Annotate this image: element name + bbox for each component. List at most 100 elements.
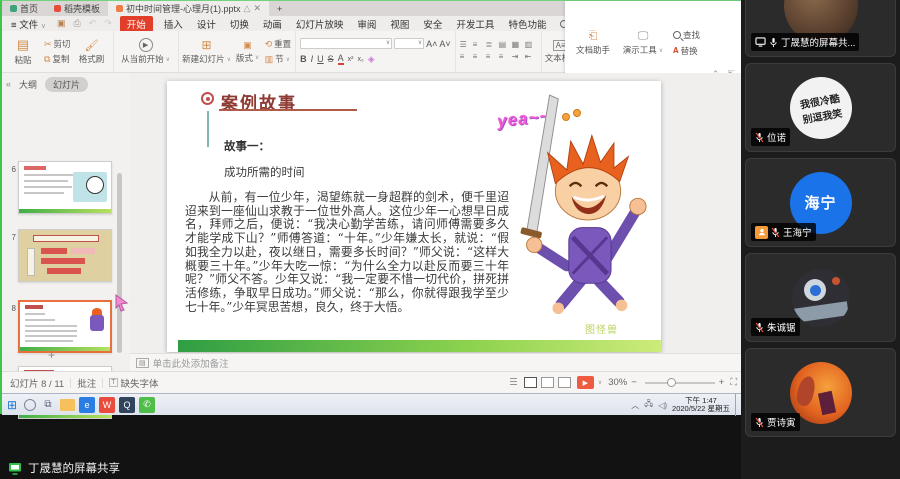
menu-item-transition[interactable]: 切换	[227, 16, 252, 32]
notes-bar[interactable]: ▤ 单击此处添加备注	[130, 353, 743, 371]
play-from-current-button[interactable]: ▶ 从当前开始∨	[118, 38, 174, 65]
underline-button[interactable]: U	[317, 54, 324, 64]
copy-icon: ⧉	[44, 54, 50, 65]
bold-button[interactable]: B	[300, 54, 307, 64]
menu-item-animation[interactable]: 动画	[260, 16, 285, 32]
zoom-slider-knob[interactable]	[667, 378, 676, 387]
find-button[interactable]: 查找	[673, 29, 700, 41]
highlight-button[interactable]: ◈	[368, 54, 375, 65]
wechat-app-icon[interactable]: ✆	[139, 397, 155, 413]
fit-screen-icon[interactable]: ⛶	[730, 377, 737, 388]
reset-button[interactable]: ⟲重置	[265, 38, 292, 50]
new-tab-button[interactable]: +	[269, 1, 290, 16]
redo-icon[interactable]: ↷	[104, 18, 112, 29]
tray-expand-icon[interactable]: ︿	[631, 400, 639, 411]
play-options-caret[interactable]: ∨	[598, 379, 602, 386]
tab-home[interactable]: 首页	[2, 1, 46, 16]
participant-tile[interactable]: 我很冷酷 别逗我笑 位诺	[745, 63, 896, 152]
menu-item-special[interactable]: 特色功能	[505, 16, 549, 32]
zoom-out-button[interactable]: −	[631, 377, 637, 388]
layout-button[interactable]: ▣ 版式∨	[235, 40, 261, 64]
comments-button[interactable]: 批注	[77, 376, 96, 390]
zoom-level[interactable]: 30%	[608, 377, 627, 388]
section-button[interactable]: ▥节∨	[265, 53, 292, 65]
format-painter-button[interactable]: 🖌 格式刷	[75, 39, 109, 65]
copy-button[interactable]: ⧉复制	[44, 53, 71, 65]
slide-canvas[interactable]: 案例故事 故事一： 成功所需的时间 从前，有一位少年，渴望练就一身超群的剑术，便…	[167, 81, 661, 352]
menu-item-home[interactable]: 开始	[120, 16, 153, 32]
share-banner-text: 丁晟慧的屏幕共享	[28, 460, 120, 476]
grow-font-icon[interactable]: A˄	[426, 39, 437, 49]
qq-app-icon[interactable]: Q	[119, 397, 135, 413]
tab-docer[interactable]: 稻壳模板	[46, 1, 108, 16]
tab-slides[interactable]: 幻灯片	[45, 77, 88, 92]
slide-thumbnail-7[interactable]	[18, 229, 112, 282]
participant-tile[interactable]: 贾诗寅	[745, 348, 896, 437]
menu-item-review[interactable]: 审阅	[354, 16, 379, 32]
cut-button[interactable]: ✂剪切	[44, 38, 71, 50]
slide-thumbnail-8-selected[interactable]	[18, 300, 112, 353]
file-explorer-icon[interactable]	[60, 399, 75, 411]
participant-tile[interactable]: 朱诚锯	[745, 253, 896, 342]
network-icon[interactable]: 🖧	[644, 398, 653, 412]
replace-button[interactable]: 𝐀替换	[673, 45, 700, 57]
volume-icon[interactable]: ◁)	[658, 401, 667, 410]
taskbar-clock[interactable]: 下午 1:47 2020/5/22 星期五	[672, 397, 730, 414]
subscript-button[interactable]: x₂	[358, 56, 364, 63]
section-icon: ▥	[265, 54, 274, 65]
save-icon[interactable]: ▣	[57, 18, 66, 29]
slideshow-play-button[interactable]: ▶	[577, 376, 594, 389]
zoom-slider[interactable]	[645, 382, 715, 384]
thumbnail-scrollbar[interactable]	[117, 173, 122, 353]
browser-icon[interactable]: e	[79, 397, 95, 413]
start-button[interactable]: ⊞	[4, 397, 20, 413]
participant-tile-sharer[interactable]: 丁晟慧的屏幕共...	[745, 0, 896, 57]
tab-document[interactable]: 初中时间管理-心理月(1).pptx △ ✕	[108, 1, 269, 16]
mic-muted-icon	[755, 132, 764, 143]
add-slide-button[interactable]: +	[48, 348, 55, 362]
present-tools-button[interactable]: 🖵 演示工具∨	[621, 30, 665, 56]
menu-item-security[interactable]: 安全	[420, 16, 445, 32]
menu-item-slideshow[interactable]: 幻灯片放映	[293, 16, 347, 32]
panel-collapse-icon[interactable]: «	[6, 79, 11, 89]
tab-close-icon[interactable]: ✕	[253, 3, 261, 14]
slide-thumbnail-6[interactable]	[18, 161, 112, 214]
normal-view-button[interactable]	[524, 377, 537, 388]
doc-assistant-button[interactable]: ⎗ 文档助手	[573, 30, 613, 56]
undo-icon[interactable]: ↶	[89, 18, 97, 29]
font-color-button[interactable]: A	[338, 53, 344, 65]
task-view-button[interactable]: ⧉	[40, 397, 56, 413]
sorter-view-button[interactable]	[541, 377, 554, 388]
missing-fonts-button[interactable]: 缺失字体	[121, 376, 159, 390]
file-menu[interactable]: ≡ 文件 ∨	[8, 16, 49, 32]
paste-button[interactable]: ▤ 粘贴	[6, 37, 40, 66]
participant-tile[interactable]: 海宁 王海宁	[745, 158, 896, 247]
wps-app-icon[interactable]: W	[99, 397, 115, 413]
superscript-button[interactable]: x²	[348, 56, 354, 63]
mic-on-icon	[769, 37, 778, 48]
show-desktop-button[interactable]	[735, 394, 739, 416]
meeting-window: 首页 稻壳模板 初中时间管理-心理月(1).pptx △ ✕ + ≡ 文件 ∨	[0, 0, 900, 479]
font-name-combobox[interactable]	[300, 38, 392, 49]
reading-view-button[interactable]	[558, 377, 571, 388]
italic-button[interactable]: I	[311, 54, 314, 64]
play-group: ▶ 从当前开始∨	[114, 31, 179, 72]
font-size-combobox[interactable]	[394, 38, 424, 49]
strikethrough-button[interactable]: S	[328, 54, 334, 64]
cortana-search-button[interactable]	[24, 399, 36, 411]
paragraph-buttons[interactable]: ☰≡≣▤▦▥ ≡≡≡≡⇥⇤	[460, 40, 537, 63]
menu-item-devtools[interactable]: 开发工具	[453, 16, 497, 32]
notes-toggle-icon[interactable]: ☰	[509, 377, 518, 388]
menu-item-view[interactable]: 视图	[387, 16, 412, 32]
print-icon[interactable]: ⎙	[73, 18, 80, 29]
slide-thumbnail-panel: « 大纲 幻灯片 6 7	[2, 73, 130, 353]
zoom-in-button[interactable]: +	[719, 377, 725, 388]
participant-name: 朱诚锯	[767, 320, 796, 334]
shared-screen-icon	[8, 462, 22, 475]
shrink-font-icon[interactable]: A˅	[439, 39, 450, 49]
menu-item-insert[interactable]: 插入	[161, 16, 186, 32]
tab-outline[interactable]: 大纲	[19, 78, 37, 91]
new-slide-button[interactable]: ⊞ 新建幻灯片∨	[183, 38, 231, 65]
menu-item-design[interactable]: 设计	[194, 16, 219, 32]
layout-icon: ▣	[243, 40, 252, 51]
